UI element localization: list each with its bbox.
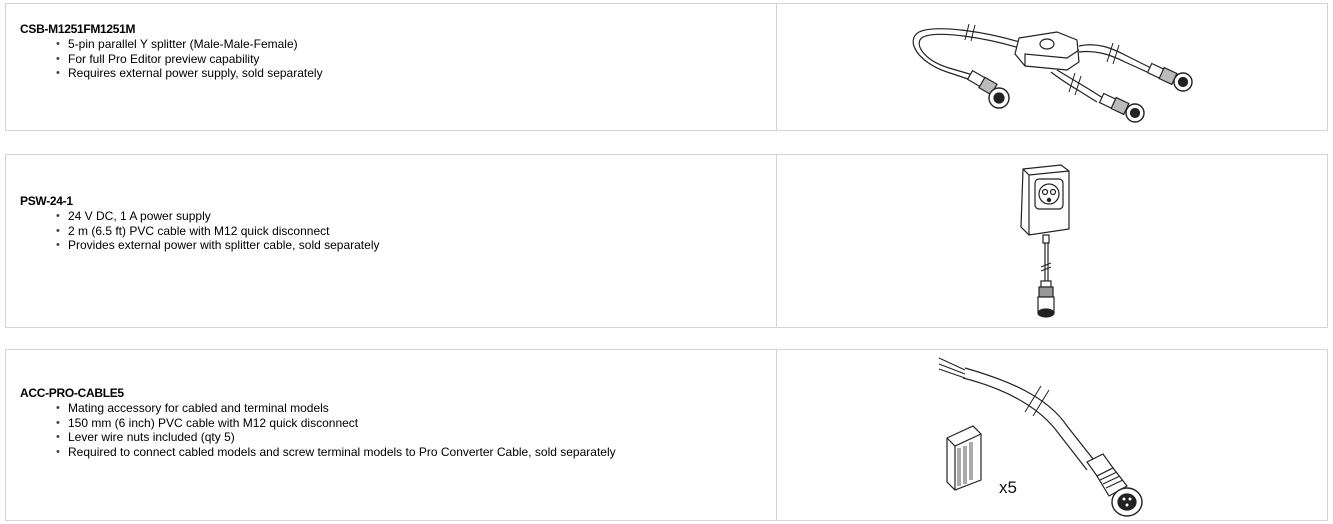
quantity-caption: x5 <box>999 478 1017 497</box>
feature-item: Provides external power with splitter ca… <box>56 238 638 253</box>
feature-item: Lever wire nuts included (qty 5) <box>56 430 638 445</box>
feature-item: Required to connect cabled models and sc… <box>56 445 638 460</box>
feature-item: 24 V DC, 1 A power supply <box>56 209 638 224</box>
product-model-title: PSW-24-1 <box>20 194 73 208</box>
product-row-psw: PSW-24-1 24 V DC, 1 A power supply 2 m (… <box>5 154 1328 328</box>
power-supply-icon <box>1020 164 1070 318</box>
feature-list: 5-pin parallel Y splitter (Male-Male-Fem… <box>20 37 776 81</box>
product-description-cell: ACC-PRO-CABLE5 Mating accessory for cabl… <box>6 350 777 520</box>
product-image-cell <box>777 155 1327 327</box>
cable-with-wire-nuts-icon <box>938 357 1143 517</box>
feature-list: 24 V DC, 1 A power supply 2 m (6.5 ft) P… <box>20 209 776 253</box>
feature-item: 5-pin parallel Y splitter (Male-Male-Fem… <box>56 37 638 52</box>
feature-item: Requires external power supply, sold sep… <box>56 66 638 81</box>
product-description-cell: CSB-M1251FM1251M 5-pin parallel Y splitt… <box>6 4 777 130</box>
product-model-title: CSB-M1251FM1251M <box>20 22 136 36</box>
product-row-csb: CSB-M1251FM1251M 5-pin parallel Y splitt… <box>5 3 1328 131</box>
feature-item: For full Pro Editor preview capability <box>56 52 638 67</box>
product-row-acc: ACC-PRO-CABLE5 Mating accessory for cabl… <box>5 349 1328 521</box>
y-splitter-cable-icon <box>912 23 1193 123</box>
product-image-cell: x5 <box>777 350 1327 520</box>
feature-item: Mating accessory for cabled and terminal… <box>56 401 638 416</box>
feature-list: Mating accessory for cabled and terminal… <box>20 401 776 459</box>
product-image-cell <box>777 4 1327 130</box>
product-model-title: ACC-PRO-CABLE5 <box>20 386 124 400</box>
feature-item: 150 mm (6 inch) PVC cable with M12 quick… <box>56 416 638 431</box>
feature-item: 2 m (6.5 ft) PVC cable with M12 quick di… <box>56 224 638 239</box>
product-description-cell: PSW-24-1 24 V DC, 1 A power supply 2 m (… <box>6 155 777 327</box>
